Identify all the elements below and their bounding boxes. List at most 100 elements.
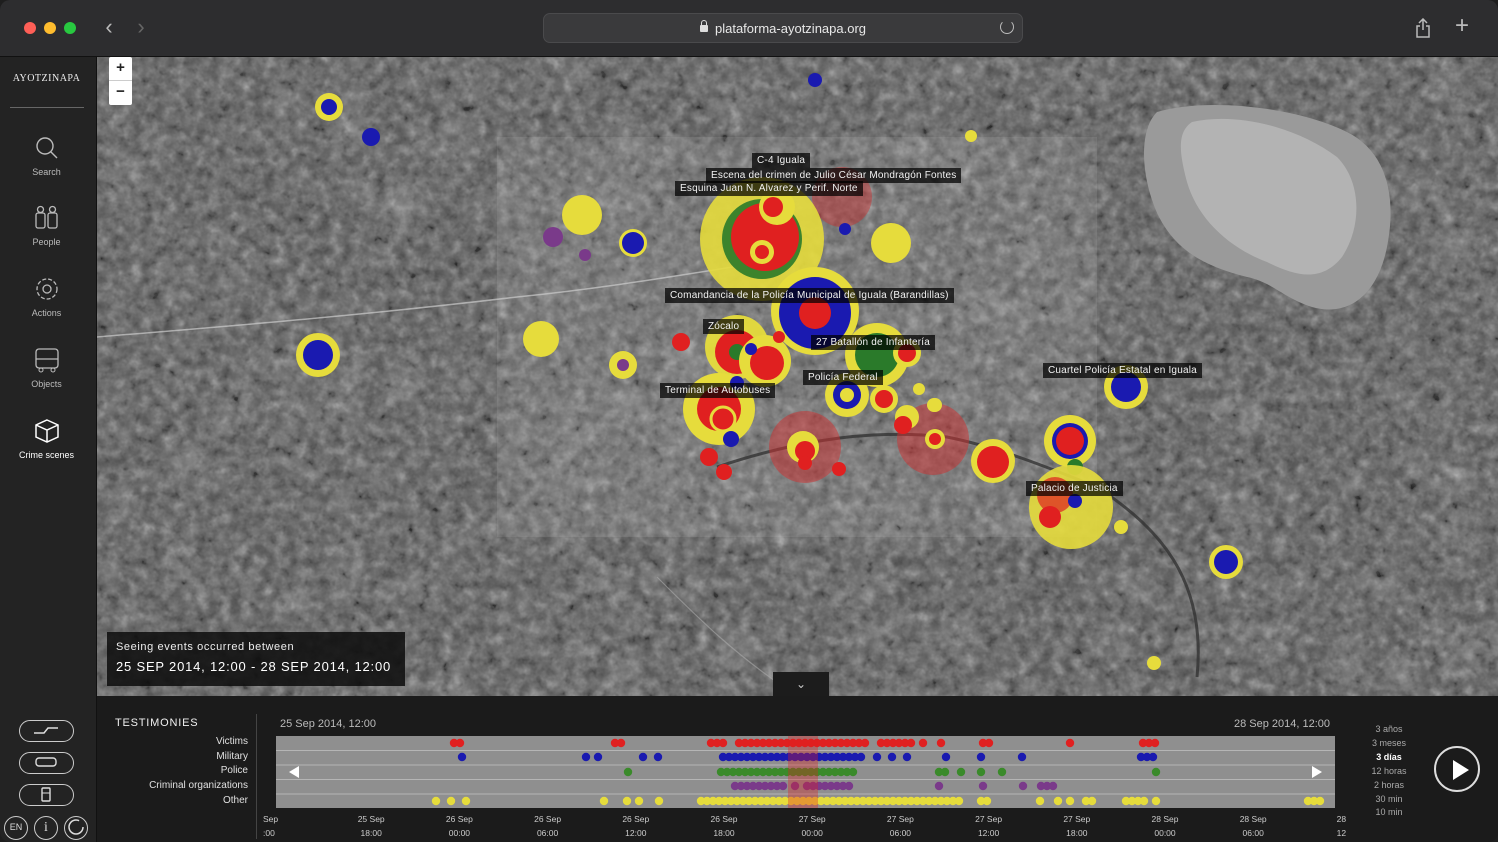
timeline-event-dot[interactable] [623,767,633,777]
timeline-event-dot[interactable] [446,796,456,806]
sidebar-item-objects[interactable]: Objects [0,347,93,389]
timeline-event-dot[interactable] [954,796,964,806]
sidebar-item-people[interactable]: People [0,205,93,247]
timeline-event-dot[interactable] [906,738,916,748]
timeline-event-dot[interactable] [860,738,870,748]
timeline-back-arrow-icon[interactable] [289,766,299,778]
map-label[interactable]: Cuartel Policía Estatal en Iguala [1043,363,1202,378]
timeline-event-dot[interactable] [1151,796,1161,806]
map-label[interactable]: Policía Federal [803,370,883,385]
new-tab-icon[interactable]: + [1455,14,1469,38]
minimize-window-button[interactable] [44,22,56,34]
timeline-event-dot[interactable] [616,738,626,748]
map-label[interactable]: Zócalo [703,319,745,334]
timeline-event-dot[interactable] [1150,738,1160,748]
timeline-event-dot[interactable] [1065,796,1075,806]
comment-toggle-button[interactable] [19,752,74,774]
zoom-level-3-days[interactable]: 3 días [1359,752,1419,762]
timeline-event-dot[interactable] [654,796,664,806]
category-other[interactable]: Other [223,795,248,806]
zoom-level-12-hours[interactable]: 12 horas [1359,766,1419,776]
play-button[interactable] [1434,746,1480,792]
route-toggle-button[interactable] [19,720,74,742]
timeline-forward-arrow-icon[interactable] [1312,766,1322,778]
sidebar-item-search[interactable]: Search [0,135,93,177]
timeline-event-dot[interactable] [1148,752,1158,762]
timeline-event-dot[interactable] [918,738,928,748]
brand-logo[interactable]: AYOTZINAPA [0,73,93,84]
map-label[interactable]: Palacio de Justicia [1026,481,1123,496]
timeline-event-dot[interactable] [976,752,986,762]
timeline-event-dot[interactable] [1315,796,1325,806]
timeline-event-dot[interactable] [622,796,632,806]
timeline-event-dot[interactable] [978,781,988,791]
sidebar-item-crime-scenes[interactable]: Crime scenes [0,418,93,460]
timeline-event-dot[interactable] [778,781,788,791]
map-label[interactable]: Terminal de Autobuses [660,383,776,398]
timeline-event-dot[interactable] [1018,781,1028,791]
category-victims[interactable]: Victims [216,736,248,747]
timeline-event-dot[interactable] [599,796,609,806]
zoom-out-button[interactable]: − [109,81,132,105]
timeline-event-dot[interactable] [457,752,467,762]
timeline-event-dot[interactable] [455,738,465,748]
timeline-event-dot[interactable] [902,752,912,762]
timeline-event-dot[interactable] [593,752,603,762]
timeline-event-dot[interactable] [940,767,950,777]
cover-button[interactable] [64,816,88,840]
timeline-event-dot[interactable] [856,752,866,762]
info-button[interactable]: i [34,816,58,840]
back-arrow-icon[interactable]: ‹ [98,16,120,40]
timeline-event-dot[interactable] [1151,767,1161,777]
timeline-event-dot[interactable] [581,752,591,762]
timeline-event-dot[interactable] [638,752,648,762]
map-label[interactable]: 27 Batallón de Infantería [811,335,935,350]
zoom-level-30-min[interactable]: 30 min [1359,794,1419,804]
forward-arrow-icon[interactable]: › [130,16,152,40]
timeline-event-dot[interactable] [887,752,897,762]
zoom-level-3-months[interactable]: 3 meses [1359,738,1419,748]
timeline-event-dot[interactable] [936,738,946,748]
timeline-event-dot[interactable] [1035,796,1045,806]
timeline-event-dot[interactable] [1087,796,1097,806]
timeline-event-dot[interactable] [984,738,994,748]
zoom-level-3-years[interactable]: 3 años [1359,724,1419,734]
map-label[interactable]: C-4 Iguala [752,153,811,168]
timeline-event-dot[interactable] [982,796,992,806]
timeline-event-dot[interactable] [718,738,728,748]
maximize-window-button[interactable] [64,22,76,34]
timeline-event-dot[interactable] [844,781,854,791]
zoom-level-2-hours[interactable]: 2 horas [1359,780,1419,790]
timeline-event-dot[interactable] [431,796,441,806]
category-military[interactable]: Military [216,751,248,762]
category-police[interactable]: Police [221,765,248,776]
timeline-event-dot[interactable] [653,752,663,762]
collapse-timeline-button[interactable]: ⌄ [773,672,829,696]
timeline-event-dot[interactable] [1065,738,1075,748]
close-window-button[interactable] [24,22,36,34]
timeline-event-dot[interactable] [934,781,944,791]
timeline-event-dot[interactable] [848,767,858,777]
timeline-tracks[interactable] [276,736,1335,808]
category-criminal-organizations[interactable]: Criminal organizations [149,780,248,791]
timeline-event-dot[interactable] [1053,796,1063,806]
reload-icon[interactable] [1000,20,1014,34]
timeline-event-dot[interactable] [956,767,966,777]
timeline-event-dot[interactable] [997,767,1007,777]
address-bar[interactable]: plataforma-ayotzinapa.org [543,13,1023,43]
timeline-event-dot[interactable] [634,796,644,806]
share-icon[interactable] [1415,18,1431,38]
timeline-event-dot[interactable] [976,767,986,777]
device-toggle-button[interactable] [19,784,74,806]
sidebar-item-actions[interactable]: Actions [0,276,93,318]
zoom-level-10-min[interactable]: 10 min [1359,807,1419,817]
timeline-event-dots[interactable] [276,736,1335,808]
timeline-event-dot[interactable] [872,752,882,762]
map-label[interactable]: Comandancia de la Policía Municipal de I… [665,288,954,303]
map-label[interactable]: Esquina Juan N. Alvarez y Perif. Norte [675,181,863,196]
timeline-event-dot[interactable] [461,796,471,806]
timeline-event-dot[interactable] [1048,781,1058,791]
timeline-event-dot[interactable] [941,752,951,762]
timeline-event-dot[interactable] [1017,752,1027,762]
timeline-event-dot[interactable] [1139,796,1149,806]
